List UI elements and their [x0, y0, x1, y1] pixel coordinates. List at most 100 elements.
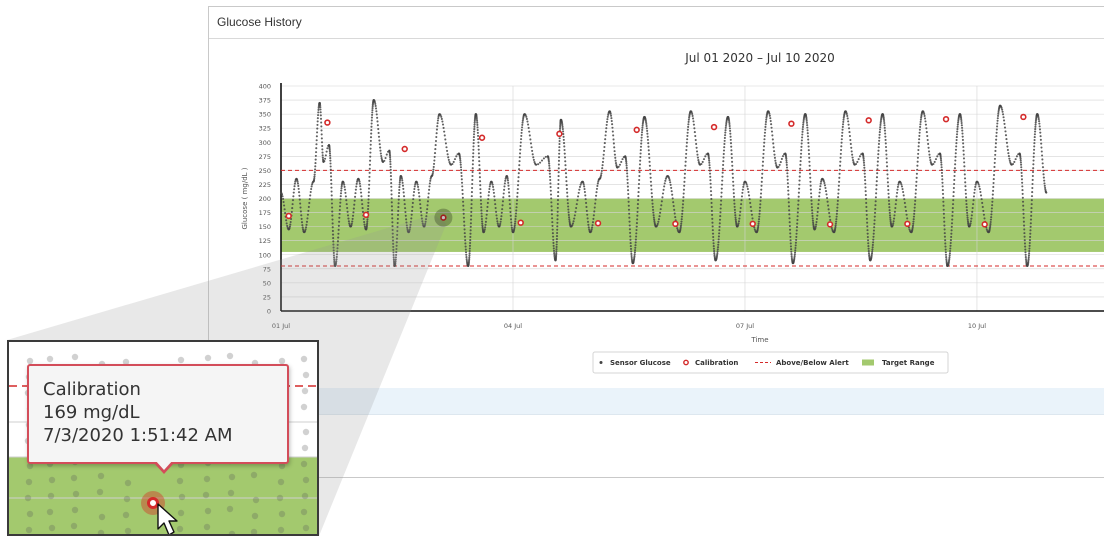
sensor-glucose-point [971, 206, 974, 210]
sensor-glucose-point [883, 124, 886, 127]
sensor-glucose-point [465, 253, 468, 256]
sensor-glucose-point [680, 218, 683, 221]
sensor-glucose-point [708, 169, 711, 172]
sensor-glucose-point [635, 222, 638, 225]
sensor-glucose-point [723, 142, 726, 145]
sensor-glucose-point [718, 222, 721, 225]
sensor-glucose-point [602, 153, 605, 156]
sensor-glucose-point [737, 222, 740, 225]
sensor-glucose-point [722, 160, 725, 163]
sensor-glucose-point [750, 213, 753, 216]
sensor-glucose-point [913, 206, 916, 209]
sensor-glucose-point [1020, 163, 1023, 166]
sensor-glucose-point [764, 128, 767, 131]
sensor-glucose-point [640, 142, 643, 145]
sensor-glucose-point [835, 212, 838, 215]
sensor-glucose-point [694, 134, 697, 138]
sensor-glucose-point [481, 222, 484, 225]
sensor-glucose-point [479, 191, 482, 195]
sensor-glucose-point [521, 121, 524, 124]
sensor-glucose-point [648, 156, 651, 159]
sensor-glucose-point [940, 166, 943, 169]
sensor-glucose-point [801, 136, 804, 139]
sensor-glucose-point [739, 210, 742, 213]
sensor-glucose-point [1042, 169, 1045, 172]
sensor-glucose-point [872, 235, 875, 238]
sensor-glucose-point [566, 191, 569, 194]
sensor-glucose-point [746, 187, 749, 191]
sensor-glucose-point [556, 202, 559, 206]
sensor-glucose-point [808, 160, 811, 163]
sensor-glucose-point [708, 166, 711, 169]
sensor-glucose-point [520, 134, 523, 137]
sensor-glucose-point [839, 164, 842, 167]
calibration-point [401, 145, 408, 153]
sensor-glucose-point [956, 130, 959, 133]
sensor-glucose-point [1031, 191, 1034, 194]
sensor-glucose-point [584, 194, 587, 197]
sensor-glucose-point [1022, 220, 1025, 223]
sensor-glucose-point [757, 220, 760, 223]
sensor-glucose-point [760, 180, 763, 183]
calibration-point [942, 115, 950, 123]
sensor-glucose-point [501, 208, 504, 211]
sensor-glucose-point [441, 123, 445, 126]
sensor-glucose-point [684, 164, 687, 167]
sensor-glucose-point [330, 194, 333, 197]
sensor-glucose-point [734, 214, 737, 217]
calibration-point [710, 123, 718, 131]
sensor-glucose-point [708, 159, 711, 162]
sensor-glucose-point [314, 158, 317, 161]
sensor-glucose-point [397, 198, 400, 201]
sensor-glucose-point [645, 127, 648, 130]
sensor-glucose-point [391, 221, 394, 224]
sensor-glucose-point [561, 123, 564, 127]
sensor-glucose-point [400, 177, 403, 180]
sensor-glucose-point [923, 114, 926, 118]
sensor-glucose-point [790, 255, 793, 258]
sensor-glucose-point [917, 141, 920, 144]
sensor-glucose-point [795, 235, 798, 238]
sensor-glucose-point [863, 175, 866, 178]
legend-calibration-marker [683, 359, 689, 366]
zoom-sensor-point [277, 478, 285, 486]
sensor-glucose-point [605, 120, 609, 123]
sensor-glucose-point [468, 252, 471, 255]
sensor-glucose-point [561, 127, 564, 131]
sensor-glucose-point [564, 160, 567, 163]
sensor-glucose-point [463, 220, 466, 223]
sensor-glucose-point [485, 217, 488, 220]
sensor-glucose-point [571, 222, 574, 225]
sensor-glucose-point [953, 170, 956, 174]
sensor-glucose-point [550, 201, 553, 204]
sensor-glucose-point [375, 113, 378, 116]
sensor-glucose-point [472, 142, 475, 145]
sensor-glucose-point [556, 221, 559, 224]
sensor-glucose-point [604, 134, 607, 137]
zoom-sensor-point [228, 473, 236, 481]
sensor-glucose-point [397, 209, 400, 213]
sensor-glucose-point [786, 178, 789, 181]
sensor-glucose-point [471, 178, 474, 182]
sensor-glucose-point [995, 131, 998, 134]
sensor-glucose-point [429, 179, 432, 182]
sensor-glucose-point [788, 221, 791, 224]
sensor-glucose-point [824, 186, 827, 190]
sensor-glucose-point [487, 191, 491, 194]
sensor-glucose-point [652, 208, 655, 211]
sensor-glucose-point [396, 225, 399, 229]
zoom-sensor-point [24, 494, 32, 502]
sensor-glucose-point [917, 148, 920, 152]
sensor-glucose-point [798, 183, 801, 186]
sensor-glucose-point [361, 207, 364, 210]
sensor-glucose-point [417, 188, 420, 191]
sensor-glucose-point [549, 189, 552, 192]
sensor-glucose-point [283, 208, 286, 211]
sensor-glucose-point [371, 113, 374, 116]
sensor-glucose-point [794, 244, 797, 247]
sensor-glucose-point [552, 238, 555, 241]
sensor-glucose-point [918, 131, 921, 134]
sensor-glucose-point [636, 214, 639, 217]
sensor-glucose-point [841, 134, 844, 137]
sensor-glucose-point [867, 245, 870, 248]
